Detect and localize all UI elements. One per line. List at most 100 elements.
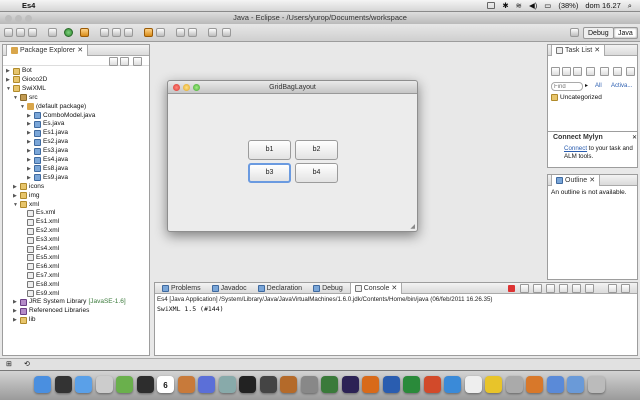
task-find-input[interactable]: [551, 82, 583, 91]
tab-debug[interactable]: Debug: [309, 283, 347, 294]
tree-item[interactable]: Es3.xml: [20, 236, 59, 244]
tree-item[interactable]: Es.xml: [20, 209, 56, 217]
eclipse-icon[interactable]: [341, 376, 359, 393]
tree-item[interactable]: ▼ src: [13, 94, 38, 102]
tree-item[interactable]: ▶ lib: [13, 316, 36, 324]
tree-item[interactable]: ▼ SwiXML: [6, 85, 46, 93]
word-icon[interactable]: [382, 376, 400, 393]
safari-icon[interactable]: [75, 376, 92, 393]
tree-item[interactable]: ▼ (default package): [20, 103, 86, 111]
trash-icon[interactable]: [587, 376, 605, 393]
chevron-right-icon[interactable]: ▶: [13, 298, 18, 306]
resize-grip-icon[interactable]: ◢: [410, 223, 415, 230]
chevron-down-icon[interactable]: ▼: [6, 85, 11, 93]
chevron-right-icon[interactable]: ▶: [27, 120, 32, 128]
save-icon[interactable]: [16, 28, 25, 37]
tree-item[interactable]: Es8.xml: [20, 281, 59, 289]
folder-icon[interactable]: [546, 376, 564, 393]
wifi-icon[interactable]: ≋: [516, 1, 522, 10]
downloads-icon[interactable]: [567, 376, 584, 393]
activate-link[interactable]: Activa...: [611, 83, 632, 89]
b2-button[interactable]: b2: [295, 140, 338, 160]
tree-item[interactable]: ▶ JRE System Library [JavaSE-1.6]: [13, 298, 126, 306]
app-menu-name[interactable]: Es4: [22, 1, 35, 10]
chevron-down-icon[interactable]: ▼: [13, 94, 18, 102]
next-annotation-icon[interactable]: [176, 28, 185, 37]
calendar-icon[interactable]: 6: [157, 376, 174, 393]
all-filter-link[interactable]: All: [595, 83, 602, 89]
mail-icon[interactable]: [95, 376, 113, 393]
new-task-icon[interactable]: [551, 67, 560, 76]
tree-item[interactable]: ▶ Es2.java: [27, 138, 68, 146]
itunes-icon[interactable]: [198, 376, 215, 393]
tree-item[interactable]: ▶ ComboModel.java: [27, 112, 95, 120]
tree-item[interactable]: ▶ Es4.java: [27, 156, 68, 164]
scroll-lock-icon[interactable]: [546, 284, 555, 293]
console-output[interactable]: SwiXML 1.5 (#144): [157, 305, 224, 313]
tree-item[interactable]: ▶ Es1.java: [27, 129, 68, 137]
spotlight-icon[interactable]: ⌕: [628, 1, 632, 11]
fast-view-icon[interactable]: ⊞: [6, 360, 15, 369]
chevron-right-icon[interactable]: ▶: [13, 316, 18, 324]
debug-icon[interactable]: [48, 28, 57, 37]
back-icon[interactable]: [208, 28, 217, 37]
preview-icon[interactable]: [218, 376, 236, 393]
maximize-view-icon[interactable]: [621, 284, 630, 293]
focus-icon[interactable]: [586, 67, 595, 76]
bluetooth-icon[interactable]: ✱: [502, 1, 508, 10]
b4-button[interactable]: b4: [295, 163, 338, 183]
expand-find-icon[interactable]: ▸: [585, 82, 588, 89]
minimize-window-button[interactable]: [15, 15, 22, 22]
chevron-right-icon[interactable]: ▶: [6, 76, 11, 84]
open-perspective-icon[interactable]: [570, 28, 579, 37]
tab-problems[interactable]: Problems: [158, 283, 205, 294]
tree-item[interactable]: ▶ icons: [13, 183, 44, 191]
run-icon[interactable]: [64, 28, 73, 37]
chevron-right-icon[interactable]: ▶: [27, 165, 32, 173]
print-icon[interactable]: [28, 28, 37, 37]
tree-item[interactable]: Es4.xml: [20, 245, 59, 253]
open-type-icon[interactable]: [144, 28, 153, 37]
app-store-icon[interactable]: [505, 376, 523, 393]
tree-item[interactable]: Es2.xml: [20, 227, 59, 235]
tree-item[interactable]: ▶ Es9.java: [27, 174, 68, 182]
remove-launch-icon[interactable]: [520, 284, 529, 293]
perspective-debug[interactable]: Debug: [583, 27, 614, 39]
dashboard-icon[interactable]: [54, 376, 72, 393]
dialog-zoom-button[interactable]: [193, 84, 200, 91]
close-icon[interactable]: ✕: [77, 45, 83, 56]
chrome-icon[interactable]: [485, 376, 502, 393]
chevron-down-icon[interactable]: ▼: [13, 201, 18, 209]
clock[interactable]: dom 16.27: [585, 1, 620, 10]
synchronize-icon[interactable]: [562, 67, 571, 76]
view-menu-icon[interactable]: [133, 57, 142, 66]
collapse-all-icon[interactable]: [109, 57, 118, 66]
chevron-right-icon[interactable]: ▶: [13, 307, 18, 315]
activity-monitor-icon[interactable]: [259, 376, 277, 393]
uncategorized-row[interactable]: Uncategorized: [551, 94, 602, 101]
close-icon[interactable]: ✕: [589, 175, 595, 186]
tab-package-explorer[interactable]: Package Explorer ✕: [6, 44, 89, 56]
excel-icon[interactable]: [403, 376, 420, 393]
tab-outline[interactable]: Outline ✕: [551, 174, 601, 186]
tree-item[interactable]: ▶ Es.java: [27, 120, 64, 128]
chevron-right-icon[interactable]: ▶: [27, 147, 32, 155]
b3-button[interactable]: b3: [248, 163, 291, 183]
messages-icon[interactable]: [116, 376, 133, 393]
tab-console[interactable]: Console ✕: [349, 282, 403, 294]
entourage-icon[interactable]: [444, 376, 461, 393]
close-window-button[interactable]: [5, 15, 12, 22]
chevron-right-icon[interactable]: ▶: [13, 183, 18, 191]
pin-console-icon[interactable]: [559, 284, 568, 293]
search-icon[interactable]: [156, 28, 165, 37]
tree-item[interactable]: ▼ xml: [13, 201, 39, 209]
tree-item[interactable]: Es9.xml: [20, 290, 59, 298]
volume-icon[interactable]: ◀): [529, 1, 537, 10]
tab-task-list[interactable]: Task List ✕: [551, 44, 606, 56]
system-preferences-icon[interactable]: [300, 376, 318, 393]
chevron-right-icon[interactable]: ▶: [27, 156, 32, 164]
progress-icon[interactable]: ⟲: [24, 360, 33, 369]
facetime-icon[interactable]: [136, 376, 154, 393]
tree-item[interactable]: Es5.xml: [20, 254, 59, 262]
collapse-all-icon[interactable]: [613, 67, 622, 76]
